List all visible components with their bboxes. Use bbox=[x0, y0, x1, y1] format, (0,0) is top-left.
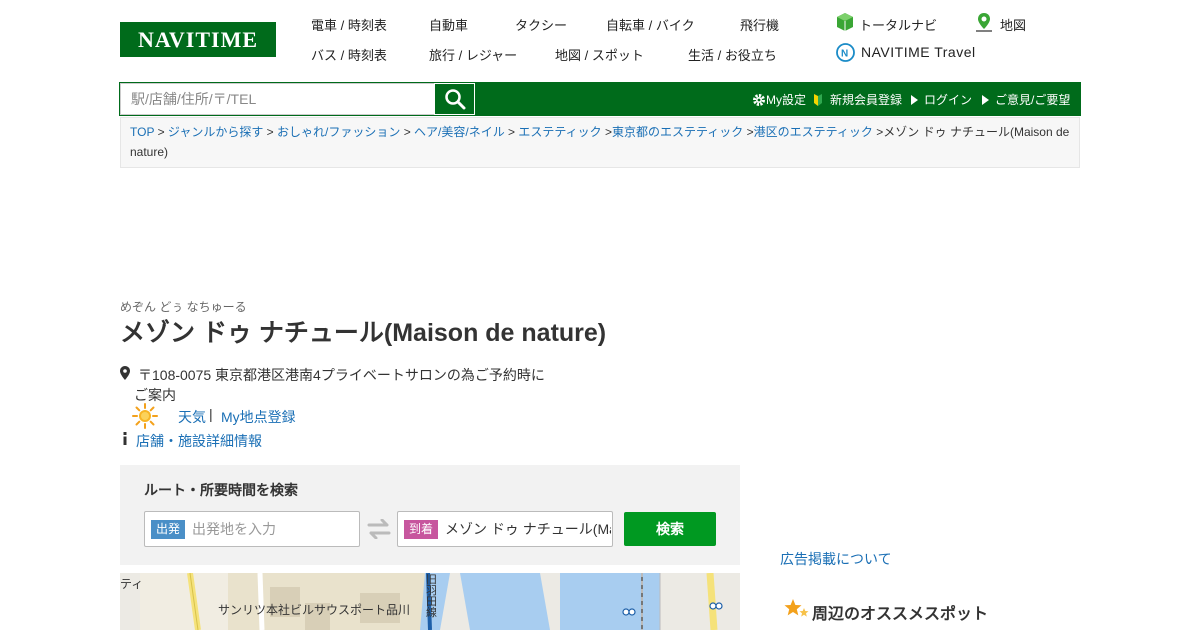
breadcrumb-beauty[interactable]: ヘア/美容/ネイル bbox=[414, 125, 505, 139]
breadcrumb-minato-esthetic[interactable]: 港区のエステティック bbox=[754, 125, 873, 139]
map-label-left: ティ bbox=[120, 577, 144, 591]
sun-weather-icon bbox=[132, 403, 158, 434]
facility-detail-link[interactable]: 店舗・施設詳細情報 bbox=[136, 431, 262, 451]
from-placeholder: 出発地を入力 bbox=[192, 521, 276, 537]
triangle-right-icon bbox=[911, 94, 918, 105]
swap-icon[interactable] bbox=[367, 518, 391, 544]
route-search-title: ルート・所要時間を検索 bbox=[144, 482, 298, 498]
map-pin-icon bbox=[975, 12, 993, 37]
nav-travel-leisure[interactable]: 旅行 / レジャー bbox=[429, 45, 517, 64]
breadcrumb-top[interactable]: TOP bbox=[130, 125, 154, 139]
search-icon bbox=[444, 89, 465, 110]
nav-bicycle[interactable]: 自転車 / バイク bbox=[606, 15, 695, 34]
svg-text:N: N bbox=[841, 49, 848, 60]
page-title: メゾン ドゥ ナチュール(Maison de nature) bbox=[120, 319, 607, 347]
nav-map[interactable]: 地図 bbox=[1000, 15, 1026, 34]
breadcrumb: TOP > ジャンルから探す > おしゃれ/ファッション > ヘア/美容/ネイル… bbox=[120, 117, 1080, 168]
my-point-register-link[interactable]: My地点登録 bbox=[221, 407, 296, 427]
to-tag: 到着 bbox=[404, 520, 439, 539]
navitime-logo[interactable]: NAVITIME bbox=[120, 22, 276, 57]
map-label-building: サンリツ本社ビルサウスポート品川 bbox=[218, 603, 411, 617]
nav-bus[interactable]: バス / 時刻表 bbox=[311, 45, 387, 64]
feedback-link[interactable]: ご意見/ご要望 bbox=[982, 91, 1070, 108]
my-settings-label: My設定 bbox=[766, 93, 806, 107]
recommended-spots-heading: 周辺のオススメスポット bbox=[812, 606, 989, 623]
beginner-mark-icon bbox=[814, 93, 822, 106]
location-pin-icon bbox=[120, 366, 130, 385]
nav-total-navi[interactable]: トータルナビ bbox=[859, 15, 937, 34]
feedback-label: ご意見/ご要望 bbox=[995, 93, 1071, 107]
spot-address-line2: ご案内 bbox=[134, 387, 176, 403]
from-tag: 出発 bbox=[151, 520, 186, 539]
breadcrumb-genre[interactable]: ジャンルから探す bbox=[168, 125, 263, 139]
ad-info-link[interactable]: 広告掲載について bbox=[780, 549, 892, 569]
nav-map-spot[interactable]: 地図 / スポット bbox=[555, 45, 644, 64]
route-from-field[interactable]: 出発 出発地を入力 bbox=[144, 511, 360, 547]
star-icon bbox=[784, 598, 810, 625]
map[interactable]: ティ サンリツ本社ビルサウスポート品川 旧羽田線 bbox=[120, 573, 740, 630]
register-link[interactable]: 新規会員登録 bbox=[813, 91, 902, 108]
total-navi-icon bbox=[836, 12, 854, 37]
search-button[interactable] bbox=[434, 83, 475, 115]
to-value: メゾン ドゥ ナチュール(Ma bbox=[445, 521, 611, 537]
breadcrumb-esthetic[interactable]: エステティック bbox=[518, 125, 601, 139]
login-label: ログイン bbox=[924, 93, 973, 107]
triangle-right-icon bbox=[982, 94, 989, 105]
nav-life[interactable]: 生活 / お役立ち bbox=[688, 45, 777, 64]
route-to-field[interactable]: 到着 メゾン ドゥ ナチュール(Ma bbox=[397, 511, 613, 547]
breadcrumb-tokyo-esthetic[interactable]: 東京都のエステティック bbox=[612, 125, 743, 139]
nav-train[interactable]: 電車 / 時刻表 bbox=[311, 15, 387, 34]
login-link[interactable]: ログイン bbox=[911, 91, 972, 108]
search-input[interactable] bbox=[120, 83, 434, 115]
weather-link[interactable]: 天気 bbox=[178, 407, 206, 427]
breadcrumb-fashion[interactable]: おしゃれ/ファッション bbox=[277, 125, 400, 139]
nav-taxi[interactable]: タクシー bbox=[515, 15, 567, 34]
register-label: 新規会員登録 bbox=[830, 93, 903, 107]
map-label-vertical: 旧羽田線 bbox=[426, 574, 437, 619]
link-separator: | bbox=[209, 406, 213, 422]
nav-airplane[interactable]: 飛行機 bbox=[740, 15, 779, 34]
my-settings-link[interactable]: My設定 bbox=[752, 91, 806, 108]
navitime-travel-icon: N bbox=[836, 43, 855, 67]
gear-icon bbox=[753, 93, 765, 106]
spot-address: 〒108-0075 東京都港区港南4プライベートサロンの為ご予約時に bbox=[138, 367, 545, 383]
info-icon bbox=[123, 432, 127, 450]
nav-car[interactable]: 自動車 bbox=[429, 15, 468, 34]
nav-navitime-travel[interactable]: NAVITIME Travel bbox=[861, 44, 976, 60]
route-search-button[interactable]: 検索 bbox=[624, 512, 716, 546]
